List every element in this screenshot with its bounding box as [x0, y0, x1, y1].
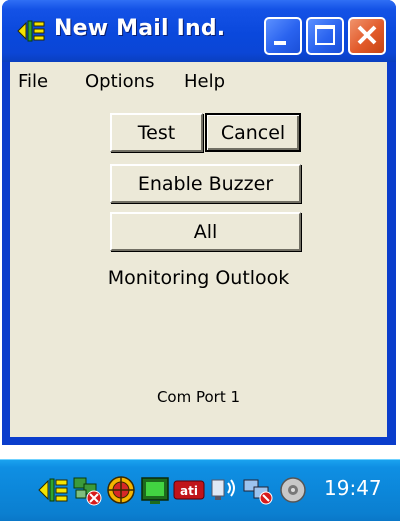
window-client-area: File Options Help Test Cancel Enable Buz… [10, 62, 387, 437]
menu-help[interactable]: Help [184, 71, 225, 92]
maximize-button[interactable] [306, 17, 344, 55]
speaker-icon[interactable] [206, 472, 240, 508]
title-bar[interactable]: New Mail Ind. [2, 0, 396, 62]
close-button[interactable] [348, 17, 386, 55]
window-title: New Mail Ind. [54, 16, 226, 41]
minimize-button[interactable] [264, 17, 302, 55]
app-window: New Mail Ind. File Options Help Test Can… [2, 0, 396, 445]
test-button[interactable]: Test [110, 113, 203, 152]
menu-bar: File Options Help [10, 62, 387, 100]
mail-indicator-icon[interactable] [36, 472, 70, 508]
svg-text:ati: ati [180, 484, 198, 498]
all-button[interactable]: All [110, 212, 301, 251]
globe-icon[interactable] [104, 472, 138, 508]
cancel-button[interactable]: Cancel [205, 113, 301, 152]
mail-indicator-icon [17, 20, 45, 42]
cd-icon[interactable] [276, 472, 310, 508]
system-tray: ati 19:47 [0, 459, 400, 521]
network-connection-icon[interactable] [240, 472, 274, 508]
com-port-status: Com Port 1 [156, 388, 241, 406]
menu-file[interactable]: File [18, 71, 48, 92]
minimize-icon [274, 41, 286, 45]
taskbar-clock[interactable]: 19:47 [324, 476, 382, 500]
monitoring-status: Monitoring Outlook [107, 267, 290, 289]
enable-buzzer-button[interactable]: Enable Buzzer [110, 164, 301, 203]
network-disconnected-icon[interactable] [70, 472, 104, 508]
monitor-icon[interactable] [138, 472, 172, 508]
maximize-icon [315, 25, 335, 45]
menu-options[interactable]: Options [85, 71, 154, 92]
ati-icon[interactable]: ati [172, 472, 206, 508]
close-icon [357, 25, 377, 45]
